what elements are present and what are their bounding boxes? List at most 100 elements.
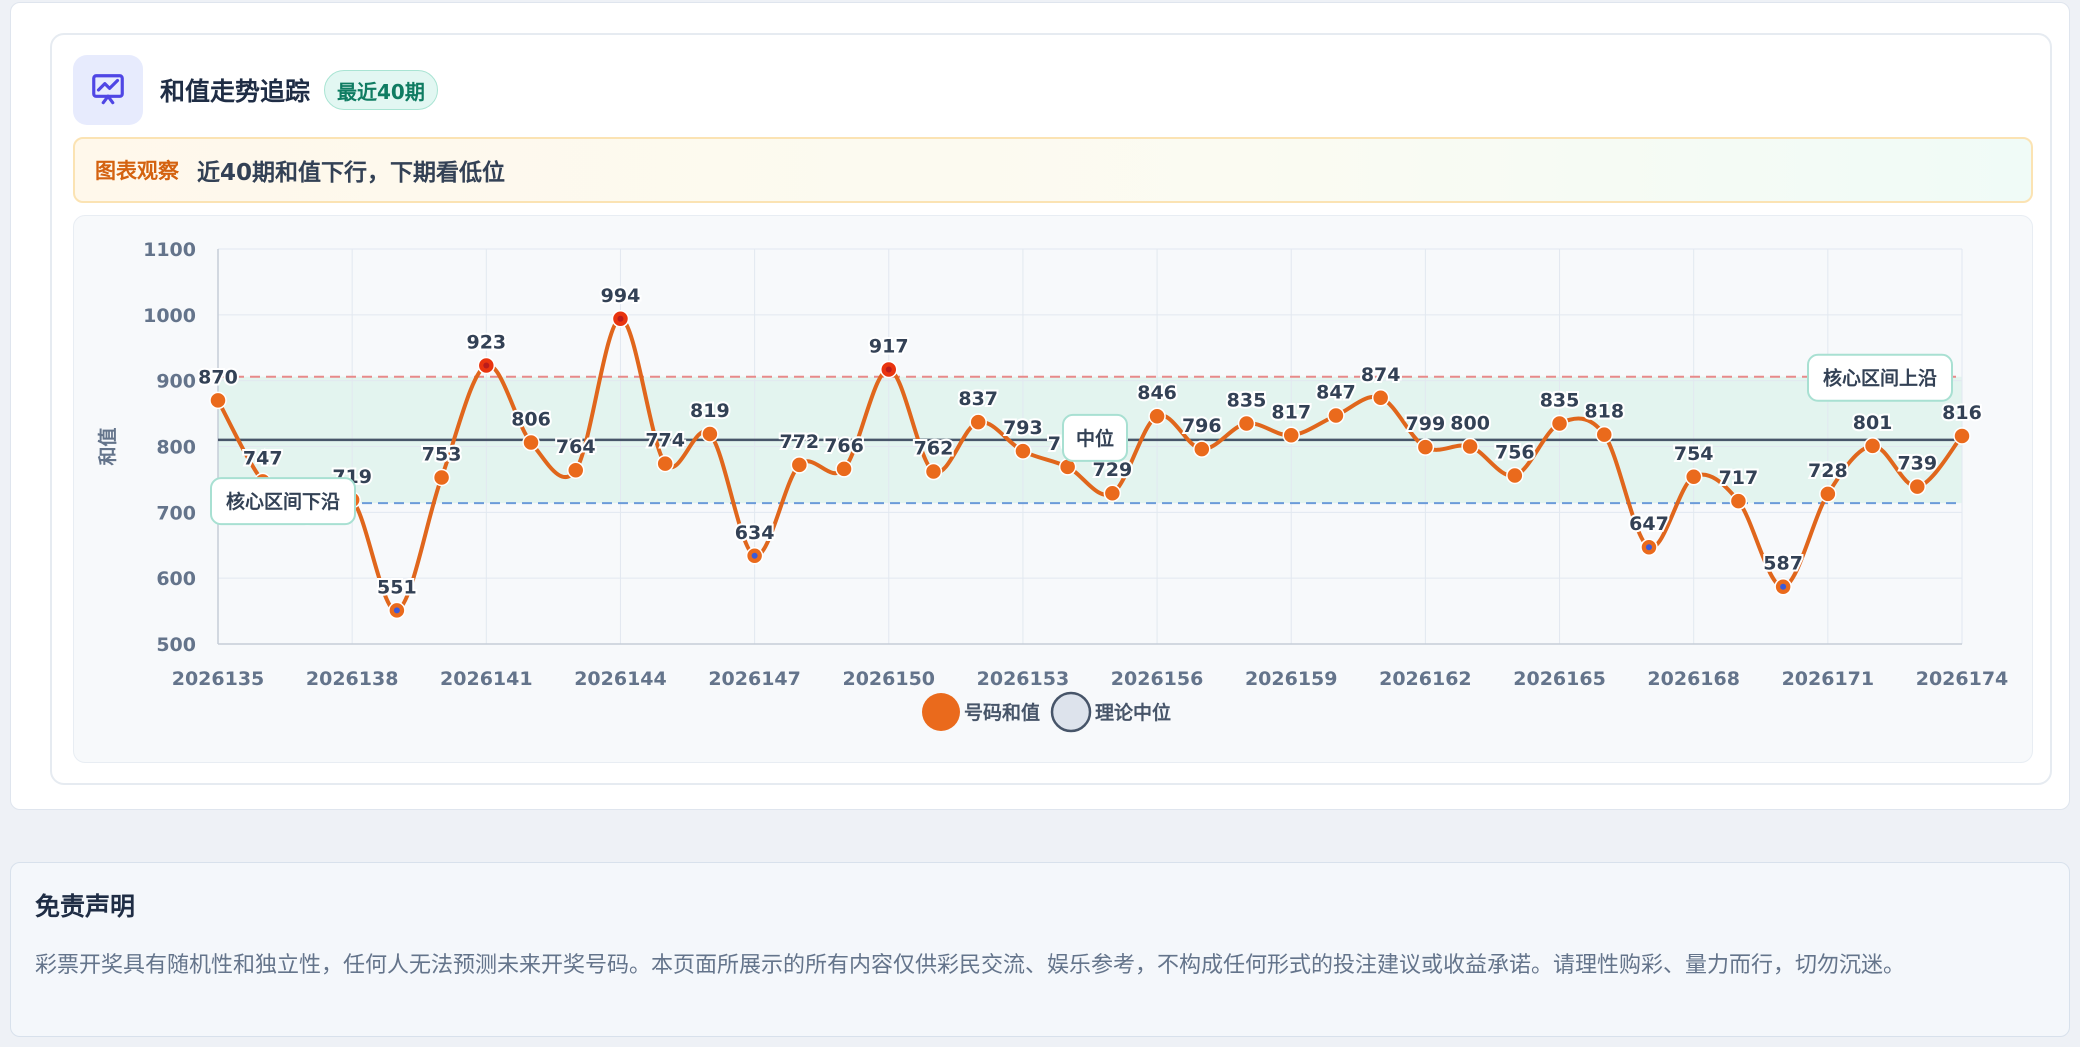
data-label: 846 — [1137, 382, 1177, 404]
x-tick-label: 2026168 — [1647, 668, 1740, 690]
median-annotation: 中位 — [1076, 427, 1114, 450]
data-point — [1193, 440, 1211, 458]
data-point — [1908, 477, 1927, 496]
y-tick-label: 600 — [156, 568, 196, 590]
insight-text: 近40期和值下行，下期看低位 — [197, 160, 506, 186]
data-point — [835, 460, 853, 478]
data-label: 728 — [1808, 460, 1848, 482]
data-label: 799 — [1406, 413, 1446, 435]
data-label: 774 — [645, 430, 685, 452]
x-tick-label: 2026135 — [172, 668, 265, 690]
x-tick-label: 2026150 — [842, 668, 935, 690]
x-tick-label: 2026162 — [1379, 668, 1472, 690]
legend-label-median: 理论中位 — [1095, 701, 1171, 724]
data-label: 647 — [1629, 513, 1669, 535]
data-label: 801 — [1853, 412, 1893, 434]
outer-card: 和值走势追踪 最近40期 图表观察 近40期和值下行，下期看低位 500 600 7… — [10, 2, 2070, 810]
data-label: 551 — [377, 576, 417, 598]
data-point-core — [1780, 583, 1787, 590]
data-label: 837 — [958, 388, 998, 410]
data-label: 800 — [1450, 413, 1490, 435]
data-point — [1953, 427, 1971, 445]
y-tick-label: 700 — [156, 502, 196, 524]
data-point — [1014, 442, 1032, 460]
data-point — [432, 468, 451, 487]
disclaimer-text: 彩票开奖具有随机性和独立性，任何人无法预测未来开奖号码。本页面所展示的所有内容仅… — [35, 953, 1906, 978]
data-point — [1729, 492, 1748, 510]
data-label: 870 — [198, 366, 238, 388]
data-point — [656, 454, 674, 473]
y-tick-label: 1100 — [143, 239, 196, 261]
insight-banner: 图表观察 近40期和值下行，下期看低位 — [73, 137, 2033, 203]
sum-trend-chart: 500 600 700 800 900 1000 1100 2026135 2026138 202… — [96, 239, 2008, 733]
x-tick-label: 2026156 — [1111, 668, 1204, 690]
data-label: 923 — [466, 332, 506, 354]
data-point — [1103, 484, 1122, 502]
card-header: 和值走势追踪 最近40期 — [73, 55, 438, 125]
data-point — [924, 462, 943, 481]
data-point-core — [617, 315, 624, 322]
data-point — [1148, 407, 1166, 425]
data-point — [790, 456, 809, 474]
data-point — [1684, 468, 1703, 486]
data-label: 717 — [1719, 467, 1759, 489]
data-point-core — [1645, 544, 1652, 551]
legend-swatch-sum — [922, 693, 960, 731]
y-tick-label: 1000 — [143, 305, 196, 327]
legend-label-sum: 号码和值 — [964, 701, 1040, 724]
card-title: 和值走势追踪 — [160, 77, 311, 106]
data-point — [1863, 437, 1882, 455]
data-label: 917 — [869, 335, 909, 357]
y-tick-label: 500 — [156, 634, 196, 656]
data-label: 764 — [556, 436, 596, 458]
data-point — [1461, 437, 1479, 456]
x-tick-label: 2026165 — [1513, 668, 1606, 690]
y-tick-label: 800 — [156, 437, 196, 459]
disclaimer-title: 免责声明 — [35, 892, 136, 921]
x-tick-label: 2026147 — [708, 668, 801, 690]
data-label: 762 — [914, 438, 954, 460]
data-point — [701, 425, 719, 443]
x-tick-label: 2026138 — [306, 668, 399, 690]
trend-chart-icon — [73, 55, 143, 125]
period-badge: 最近40期 — [324, 70, 438, 110]
data-label: 816 — [1942, 402, 1982, 424]
data-point — [969, 413, 987, 431]
x-tick-label: 2026159 — [1245, 668, 1338, 690]
data-point — [1819, 485, 1837, 503]
data-label: 587 — [1763, 553, 1803, 575]
x-tick-label: 2026171 — [1782, 668, 1875, 690]
data-label: 796 — [1182, 415, 1222, 437]
data-point — [1327, 406, 1345, 425]
data-label: 994 — [601, 285, 641, 307]
data-label: 754 — [1674, 443, 1714, 465]
data-label: 874 — [1361, 364, 1401, 386]
data-point — [1237, 414, 1256, 433]
data-label: 739 — [1897, 453, 1937, 475]
data-point — [1550, 414, 1569, 433]
data-label: 747 — [243, 447, 283, 469]
x-tick-label: 2026141 — [440, 668, 533, 690]
data-point — [1371, 389, 1390, 407]
sum-trend-card: 和值走势追踪 最近40期 图表观察 近40期和值下行，下期看低位 500 600 7… — [50, 33, 2052, 785]
data-label: 835 — [1540, 389, 1580, 411]
data-label: 756 — [1495, 441, 1535, 463]
data-point-core — [483, 362, 490, 369]
lower-bound-annotation: 核心区间下沿 — [226, 490, 340, 513]
x-tick-label: 2026153 — [977, 668, 1070, 690]
data-label: 634 — [735, 522, 775, 544]
x-tick-label: 2026144 — [574, 668, 667, 690]
data-point-core — [393, 607, 400, 614]
upper-bound-annotation: 核心区间上沿 — [1823, 367, 1937, 390]
data-point — [1506, 466, 1524, 485]
data-point-core — [885, 366, 892, 373]
data-point — [522, 433, 540, 452]
data-label: 753 — [422, 443, 462, 465]
data-label: 847 — [1316, 382, 1356, 404]
data-point — [1282, 426, 1300, 445]
data-point — [1595, 425, 1614, 444]
chart-panel: 500 600 700 800 900 1000 1100 2026135 2026138 202… — [73, 215, 2033, 763]
data-label: 793 — [1003, 417, 1043, 439]
y-axis-label: 和值 — [96, 427, 119, 465]
insight-label: 图表观察 — [95, 159, 179, 183]
